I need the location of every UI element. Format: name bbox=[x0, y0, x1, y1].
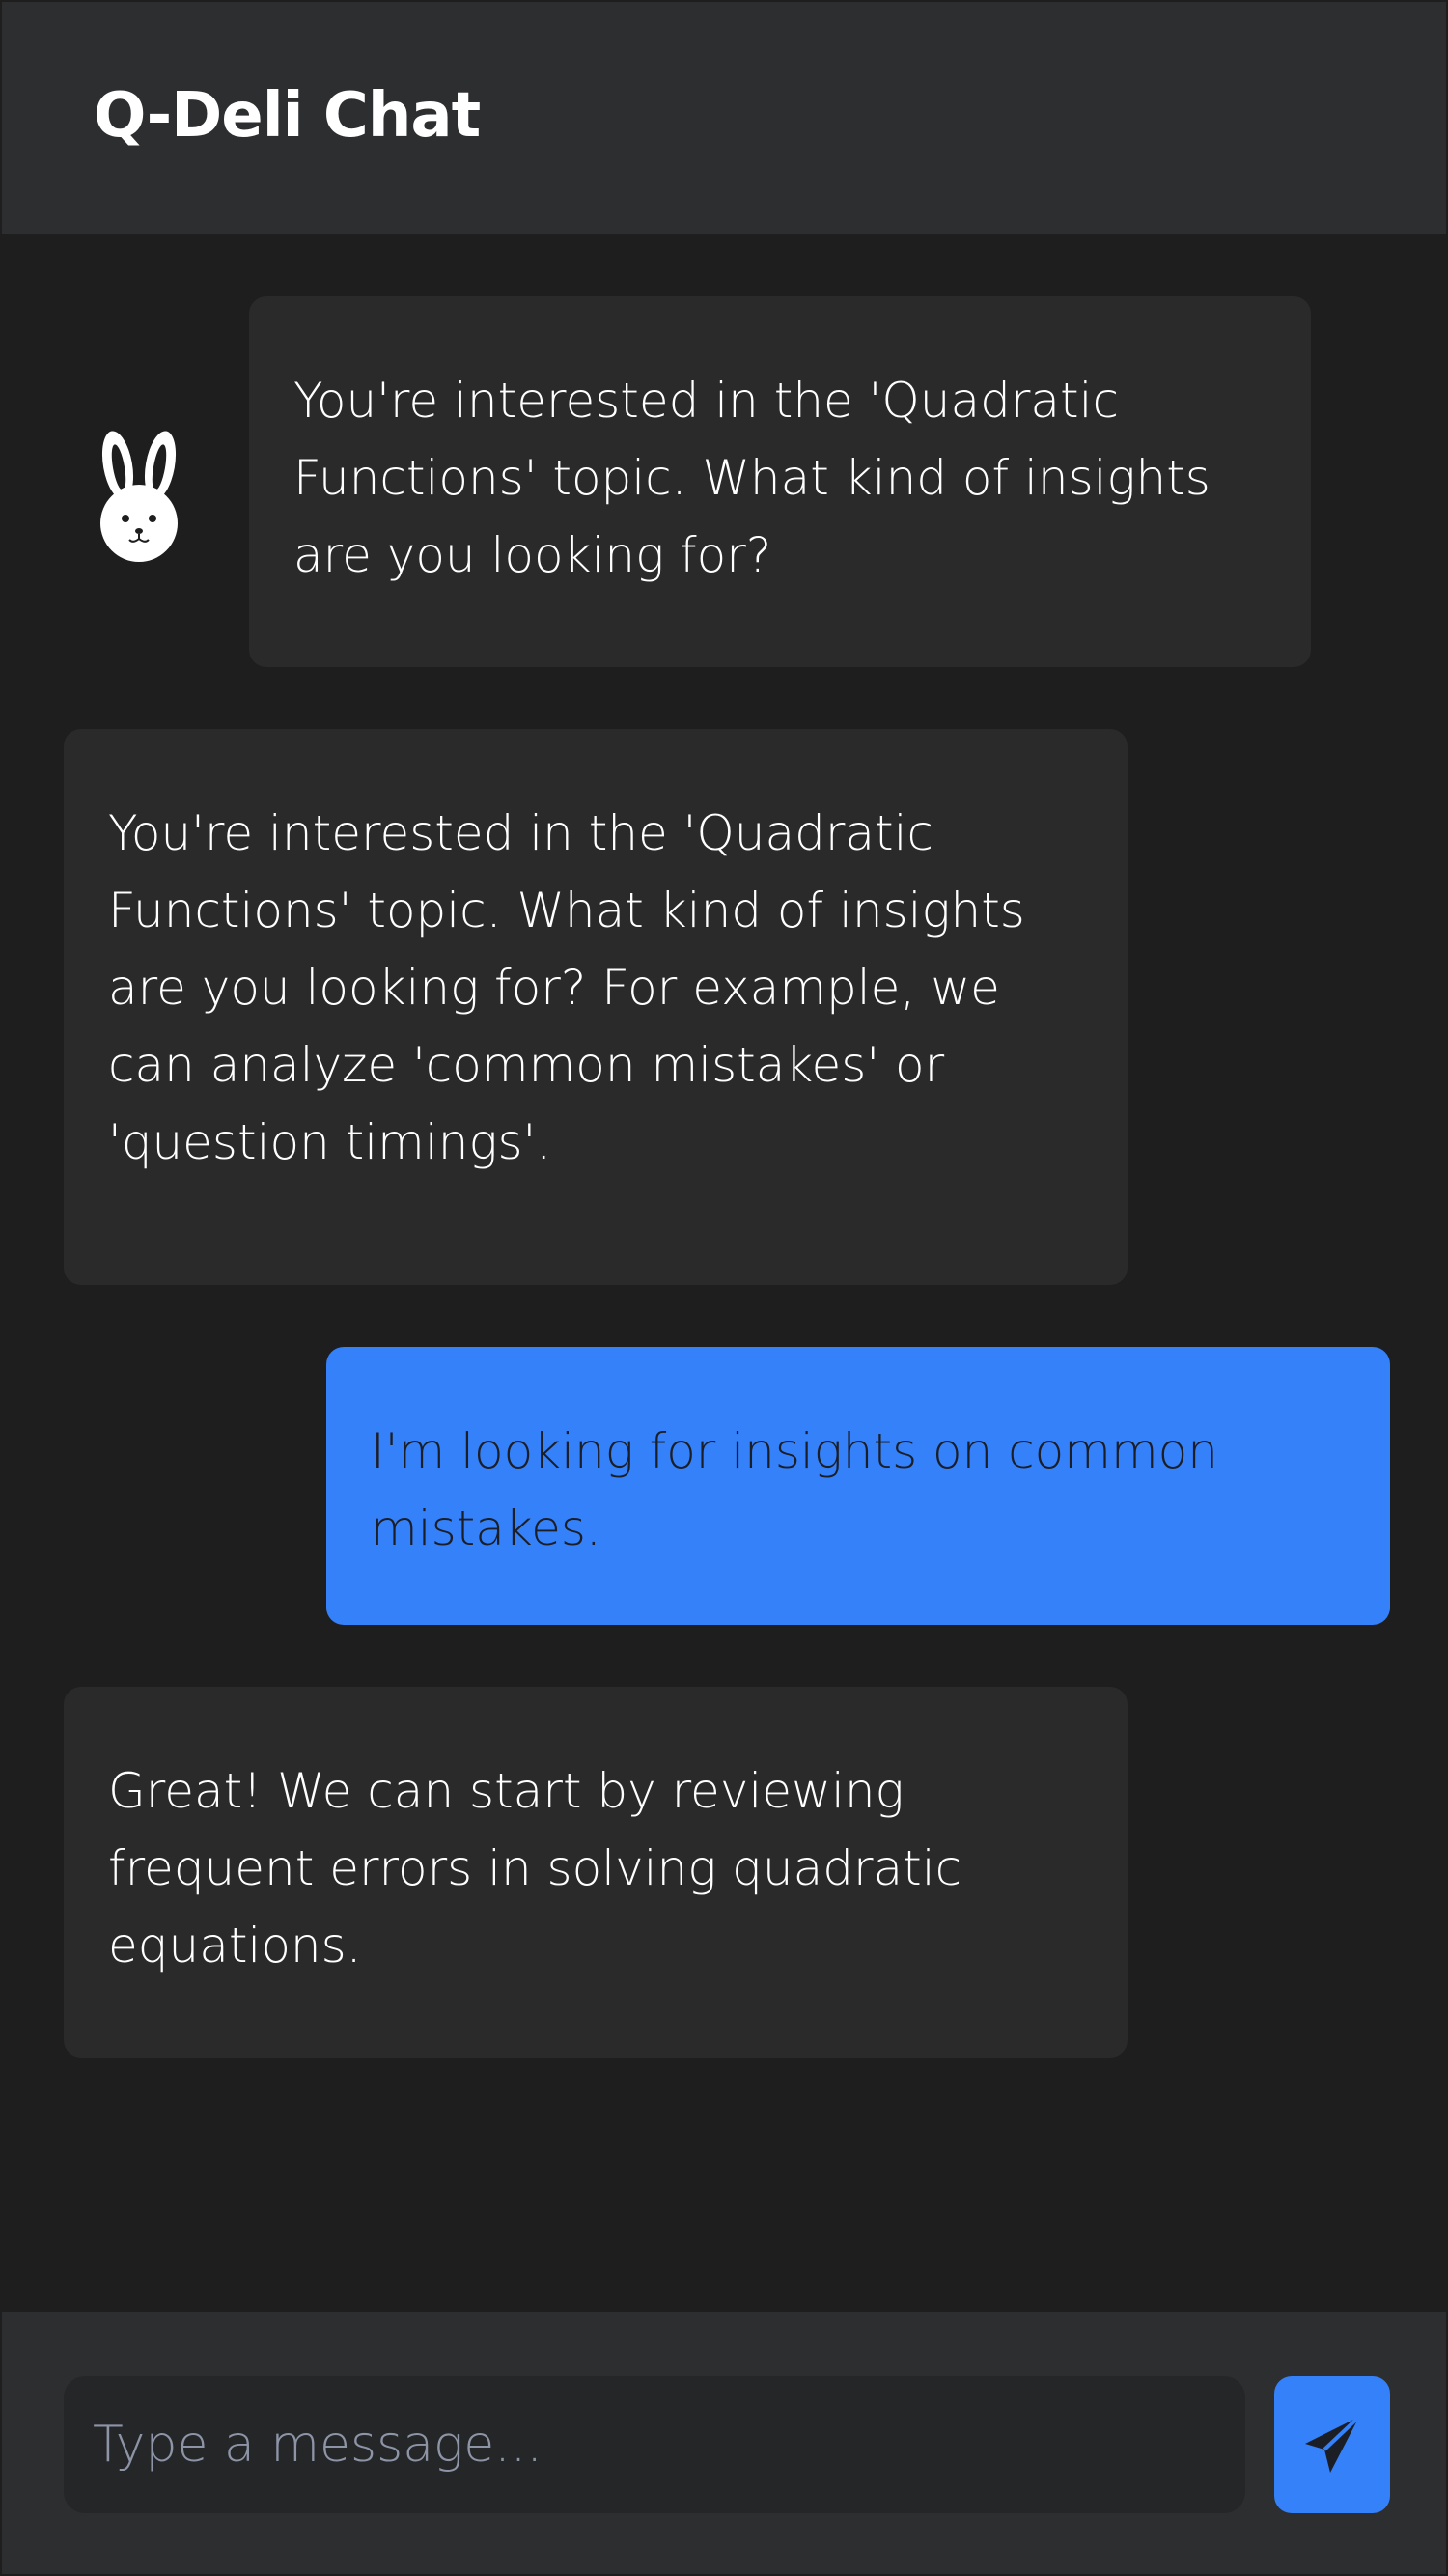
message-input[interactable] bbox=[64, 2376, 1245, 2513]
rabbit-icon bbox=[100, 431, 178, 562]
message-text: You're interested in the 'Quadratic Func… bbox=[293, 373, 1211, 583]
header: Q-Deli Chat bbox=[2, 2, 1446, 234]
page-title: Q-Deli Chat bbox=[94, 80, 481, 152]
bot-avatar bbox=[91, 427, 187, 562]
message-text: You're interested in the 'Quadratic Func… bbox=[108, 805, 1025, 1170]
chat-app: Q-Deli Chat You're interested in the 'Qu… bbox=[2, 2, 1446, 2574]
send-icon bbox=[1305, 2415, 1361, 2473]
bot-message: You're interested in the 'Quadratic Func… bbox=[249, 296, 1311, 667]
message-composer bbox=[2, 2312, 1446, 2574]
bot-message: Great! We can start by reviewing frequen… bbox=[64, 1687, 1128, 2058]
user-message: I'm looking for insights on common mista… bbox=[326, 1347, 1390, 1625]
bot-message: You're interested in the 'Quadratic Func… bbox=[64, 729, 1128, 1285]
send-button[interactable] bbox=[1274, 2376, 1390, 2513]
message-text: Great! We can start by reviewing frequen… bbox=[108, 1763, 962, 1974]
message-text: I'm looking for insights on common mista… bbox=[371, 1423, 1218, 1556]
